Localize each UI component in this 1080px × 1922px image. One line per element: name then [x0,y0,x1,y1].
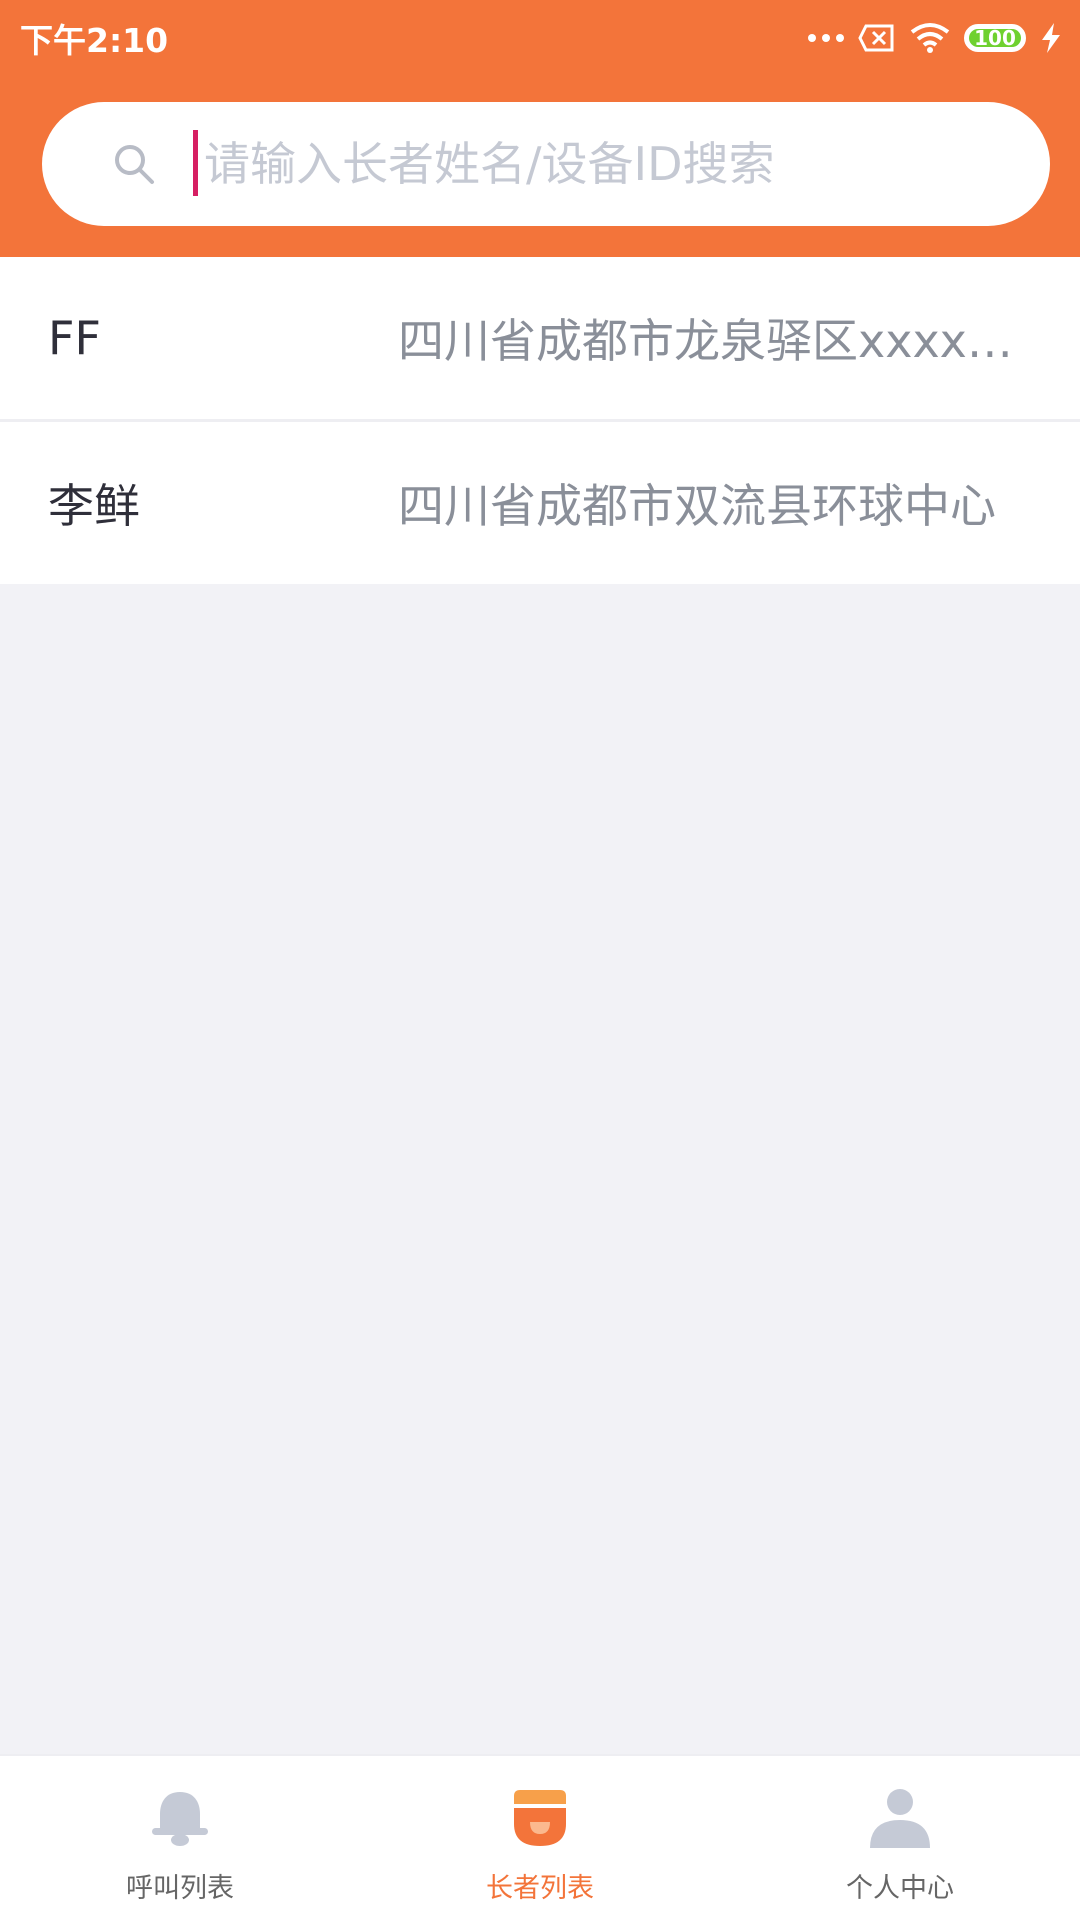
sim-off-icon [858,24,894,52]
battery-level: 100 [974,26,1016,50]
elder-name: 李鲜 [48,479,140,533]
bell-icon [152,1792,208,1846]
tab-call-list[interactable]: 呼叫列表 [0,1756,360,1922]
text-cursor [193,130,198,196]
search-icon [115,145,154,184]
status-time: 下午2:10 [20,21,169,60]
person-icon [870,1789,930,1848]
status-bar: 下午2:10 100 [0,0,1080,75]
search-bar[interactable] [42,102,1050,226]
list-item[interactable]: 李鲜 四川省成都市双流县环球中心 [0,419,1080,584]
tab-label: 长者列表 [486,1873,594,1904]
search-input[interactable] [204,124,984,204]
tab-label: 个人中心 [846,1873,954,1904]
status-icons: 100 [808,18,1062,58]
header-bar: 下午2:10 100 [0,0,1080,257]
wifi-icon [910,23,950,53]
elder-address: 四川省成都市双流县环球中心 [398,479,996,533]
elder-address: 四川省成都市龙泉驿区xxxxxxxxxx [398,314,1030,368]
list-item[interactable]: FF 四川省成都市龙泉驿区xxxxxxxxxx [0,257,1080,419]
elder-icon [514,1790,566,1846]
tab-label: 呼叫列表 [126,1873,234,1904]
battery-icon: 100 [964,24,1026,52]
tab-elder-list[interactable]: 长者列表 [360,1756,720,1922]
charging-icon [1042,23,1060,53]
elder-list: FF 四川省成都市龙泉驿区xxxxxxxxxx 李鲜 四川省成都市双流县环球中心 [0,257,1080,584]
elder-name: FF [48,311,101,365]
bottom-tab-bar: 呼叫列表 长者列表 个人中心 [0,1754,1080,1922]
tab-personal-center[interactable]: 个人中心 [720,1756,1080,1922]
more-dots-icon [808,34,844,42]
